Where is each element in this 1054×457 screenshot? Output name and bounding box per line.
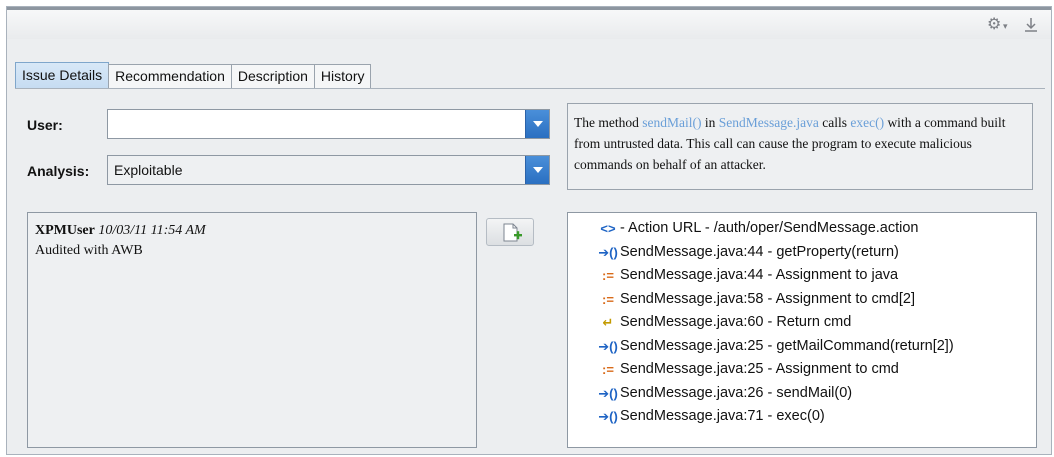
- trace-row-text: SendMessage.java:25 - Assignment to cmd: [620, 361, 899, 377]
- trace-row-text: SendMessage.java:44 - Assignment to java: [620, 267, 899, 283]
- tab-history[interactable]: History: [313, 64, 372, 88]
- call-icon: ➔(): [598, 385, 618, 401]
- issue-details-panel: User: Analysis: Exploitable The method s…: [15, 88, 1045, 452]
- comment-timestamp: 10/03/11 11:54 AM: [98, 223, 206, 238]
- action-url-icon: <>: [600, 221, 616, 236]
- trace-row-text: SendMessage.java:71 - exec(0): [620, 408, 825, 424]
- sink-link[interactable]: exec(): [850, 115, 884, 130]
- call-icon: ➔(): [598, 244, 618, 260]
- trace-row-text: SendMessage.java:26 - sendMail(0): [620, 384, 853, 401]
- description-text: The method: [574, 115, 643, 130]
- gear-icon[interactable]: ⚙ ▾: [987, 16, 1008, 34]
- assignment-icon: :=: [602, 268, 614, 283]
- analysis-dropdown[interactable]: Exploitable: [107, 155, 550, 185]
- description-text: in: [701, 115, 719, 130]
- chevron-down-icon: ▾: [1003, 21, 1008, 31]
- analysis-dropdown-arrow-icon[interactable]: [525, 156, 549, 184]
- add-comment-icon: [503, 223, 522, 242]
- trace-row[interactable]: ➔() SendMessage.java:71 - exec(0): [596, 405, 1036, 429]
- trace-row-text: SendMessage.java:25 - getMailCommand(ret…: [620, 337, 954, 354]
- description-text: calls: [818, 115, 851, 130]
- return-icon: ↵: [602, 315, 614, 330]
- issue-view-panel: ⚙ ▾ Issue Details Recommendation Descript…: [6, 6, 1052, 455]
- trace-row[interactable]: ➔() SendMessage.java:26 - sendMail(0): [596, 382, 1036, 406]
- trace-row[interactable]: := SendMessage.java:58 - Assignment to cm…: [596, 288, 1036, 312]
- trace-row[interactable]: ↵ SendMessage.java:60 - Return cmd: [596, 311, 1036, 335]
- issue-description: The method sendMail() in SendMessage.jav…: [567, 103, 1033, 190]
- tab-description[interactable]: Description: [230, 64, 315, 88]
- comment-header: XPMUser 10/03/11 11:54 AM: [35, 221, 469, 241]
- trace-row[interactable]: <> - Action URL - /auth/oper/SendMessage…: [596, 217, 1036, 241]
- comment-area[interactable]: XPMUser 10/03/11 11:54 AM Audited with A…: [27, 212, 477, 448]
- trace-row[interactable]: ➔() SendMessage.java:44 - getProperty(ret…: [596, 241, 1036, 265]
- trace-row-text: SendMessage.java:58 - Assignment to cmd[…: [620, 290, 915, 307]
- trace-row[interactable]: ➔() SendMessage.java:25 - getMailCommand(…: [596, 335, 1036, 359]
- analysis-trace-list[interactable]: <> - Action URL - /auth/oper/SendMessage…: [567, 212, 1037, 448]
- trace-row-text: SendMessage.java:44 - getProperty(return…: [620, 243, 899, 260]
- call-icon: ➔(): [598, 409, 618, 424]
- assignment-icon: :=: [602, 291, 614, 307]
- user-dropdown[interactable]: [107, 109, 550, 139]
- analysis-label: Analysis:: [27, 163, 90, 179]
- trace-row[interactable]: := SendMessage.java:25 - Assignment to cm…: [596, 358, 1036, 382]
- tab-issue-details[interactable]: Issue Details: [15, 62, 110, 88]
- trace-row-text: - Action URL - /auth/oper/SendMessage.ac…: [620, 220, 919, 236]
- tab-bar: Issue Details Recommendation Description…: [15, 62, 372, 90]
- method-link[interactable]: sendMail(): [642, 115, 701, 130]
- minimize-icon[interactable]: [1023, 16, 1039, 34]
- tab-recommendation[interactable]: Recommendation: [108, 64, 232, 88]
- analysis-value: Exploitable: [114, 162, 183, 178]
- trace-row-text: SendMessage.java:60 - Return cmd: [620, 314, 852, 330]
- view-toolbar: ⚙ ▾: [7, 7, 1051, 39]
- trace-row[interactable]: := SendMessage.java:44 - Assignment to ja…: [596, 264, 1036, 288]
- user-label: User:: [27, 117, 63, 133]
- comment-user: XPMUser: [35, 223, 95, 238]
- call-icon: ➔(): [598, 338, 618, 354]
- add-comment-button[interactable]: [486, 218, 534, 246]
- comment-text: Audited with AWB: [35, 243, 143, 258]
- user-dropdown-arrow-icon[interactable]: [525, 110, 549, 138]
- file-link[interactable]: SendMessage.java: [719, 115, 819, 130]
- assignment-icon: :=: [602, 362, 614, 377]
